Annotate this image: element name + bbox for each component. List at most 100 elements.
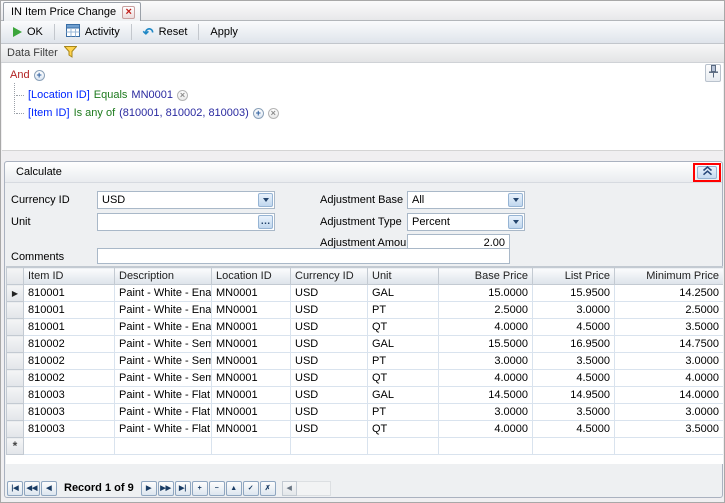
grid-cell[interactable]: USD [291,336,368,353]
grid-cell[interactable] [24,438,115,455]
remove-condition-icon[interactable]: × [268,108,279,119]
nav-post-button[interactable]: ✓ [243,481,259,496]
nav-prev-page-button[interactable]: ◀◀ [24,481,40,496]
nav-delete-button[interactable]: − [209,481,225,496]
grid-cell[interactable]: 15.5000 [439,336,533,353]
dropdown-button[interactable] [258,193,273,207]
grid-cell[interactable]: 810001 [24,302,115,319]
reset-button[interactable]: ↶ Reset [134,23,197,42]
hscroll-left-button[interactable]: ◀ [282,481,297,496]
nav-last-button[interactable]: ▶| [175,481,191,496]
filter-group-operator[interactable]: And + [10,69,45,81]
grid-cell[interactable]: Paint - White - Enamel [115,302,212,319]
grid-cell[interactable]: USD [291,370,368,387]
row-indicator[interactable] [7,336,24,353]
grid-cell[interactable]: PT [368,404,439,421]
ok-button[interactable]: OK [4,23,52,42]
table-row[interactable]: 810002Paint - White - SemiGl...MN0001USD… [7,370,724,387]
grid-cell[interactable]: MN0001 [212,370,291,387]
new-row[interactable]: * [7,438,724,455]
grid-cell[interactable]: 4.5000 [533,421,615,438]
filter-field-link[interactable]: [Item ID] [28,107,70,119]
row-indicator[interactable] [7,353,24,370]
adjustment-base-combo[interactable]: All [407,191,525,209]
grid-cell[interactable]: 810003 [24,421,115,438]
grid-cell[interactable]: USD [291,285,368,302]
nav-prev-button[interactable]: ◀ [41,481,57,496]
grid-cell[interactable]: QT [368,421,439,438]
filter-operator-link[interactable]: Equals [94,89,128,101]
grid-cell[interactable]: USD [291,421,368,438]
grid-cell[interactable]: GAL [368,336,439,353]
grid-cell[interactable]: 810003 [24,387,115,404]
grid-cell[interactable]: 14.9500 [533,387,615,404]
grid-cell[interactable]: MN0001 [212,387,291,404]
grid-cell[interactable]: Paint - White - Flat [115,421,212,438]
grid-column-header[interactable]: Description [115,268,212,285]
grid-cell[interactable]: USD [291,387,368,404]
grid-column-header[interactable]: Item ID [24,268,115,285]
grid-cell[interactable] [115,438,212,455]
grid-cell[interactable]: 3.5000 [615,319,724,336]
grid-cell[interactable]: 810003 [24,404,115,421]
grid-cell[interactable]: QT [368,370,439,387]
table-row[interactable]: 810001Paint - White - EnamelMN0001USDQT4… [7,319,724,336]
ellipsis-button[interactable]: … [258,215,273,229]
row-indicator[interactable] [7,319,24,336]
new-row-indicator[interactable]: * [7,438,24,455]
grid-cell[interactable]: 3.0000 [439,404,533,421]
add-condition-icon[interactable]: + [34,70,45,81]
grid-cell[interactable]: 2.5000 [439,302,533,319]
grid-cell[interactable]: 4.0000 [439,319,533,336]
dropdown-button[interactable] [508,215,523,229]
table-row[interactable]: 810001Paint - White - EnamelMN0001USDPT2… [7,302,724,319]
grid-cell[interactable] [368,438,439,455]
filter-condition[interactable]: [Item ID] Is any of (810001, 810002, 810… [16,107,279,119]
grid-cell[interactable]: 14.0000 [615,387,724,404]
grid-column-header[interactable]: Minimum Price [615,268,724,285]
nav-cancel-button[interactable]: ✗ [260,481,276,496]
grid-cell[interactable]: 4.0000 [615,370,724,387]
grid-cell[interactable] [533,438,615,455]
filter-value-link[interactable]: MN0001 [131,89,173,101]
row-indicator[interactable] [7,370,24,387]
grid-cell[interactable]: PT [368,353,439,370]
apply-button[interactable]: Apply [201,23,247,42]
pin-button[interactable] [705,64,721,82]
filter-and-label[interactable]: And [10,69,30,81]
dropdown-button[interactable] [508,193,523,207]
grid-column-header[interactable]: Location ID [212,268,291,285]
tab-item-price-change[interactable]: IN Item Price Change × [3,2,141,21]
grid-cell[interactable]: Paint - White - Enamel [115,285,212,302]
grid-cell[interactable]: 2.5000 [615,302,724,319]
grid-cell[interactable]: USD [291,404,368,421]
grid-cell[interactable]: 15.9500 [533,285,615,302]
grid-cell[interactable]: MN0001 [212,285,291,302]
grid-cell[interactable]: 14.2500 [615,285,724,302]
table-row[interactable]: 810003Paint - White - FlatMN0001USDGAL14… [7,387,724,404]
grid-cell[interactable]: 3.0000 [533,302,615,319]
unit-field[interactable]: … [97,213,275,231]
grid-cell[interactable]: 3.0000 [615,404,724,421]
grid-cell[interactable]: MN0001 [212,353,291,370]
grid-cell[interactable]: PT [368,302,439,319]
grid-column-header[interactable]: Base Price [439,268,533,285]
row-indicator[interactable] [7,404,24,421]
table-row[interactable]: ▶810001Paint - White - EnamelMN0001USDGA… [7,285,724,302]
grid-cell[interactable]: 4.5000 [533,370,615,387]
grid-cell[interactable]: 4.0000 [439,370,533,387]
filter-operator-link[interactable]: Is any of [74,107,116,119]
table-row[interactable]: 810003Paint - White - FlatMN0001USDPT3.0… [7,404,724,421]
grid-cell[interactable] [439,438,533,455]
hscroll-track[interactable] [297,481,331,496]
grid-cell[interactable]: 3.0000 [439,353,533,370]
grid-cell[interactable]: 810002 [24,370,115,387]
grid-cell[interactable]: 4.5000 [533,319,615,336]
grid-cell[interactable]: GAL [368,285,439,302]
grid-cell[interactable]: 810001 [24,319,115,336]
grid-cell[interactable]: 3.0000 [615,353,724,370]
grid-column-header[interactable]: Unit [368,268,439,285]
grid-cell[interactable]: 810001 [24,285,115,302]
grid-cell[interactable]: MN0001 [212,302,291,319]
nav-first-button[interactable]: |◀ [7,481,23,496]
